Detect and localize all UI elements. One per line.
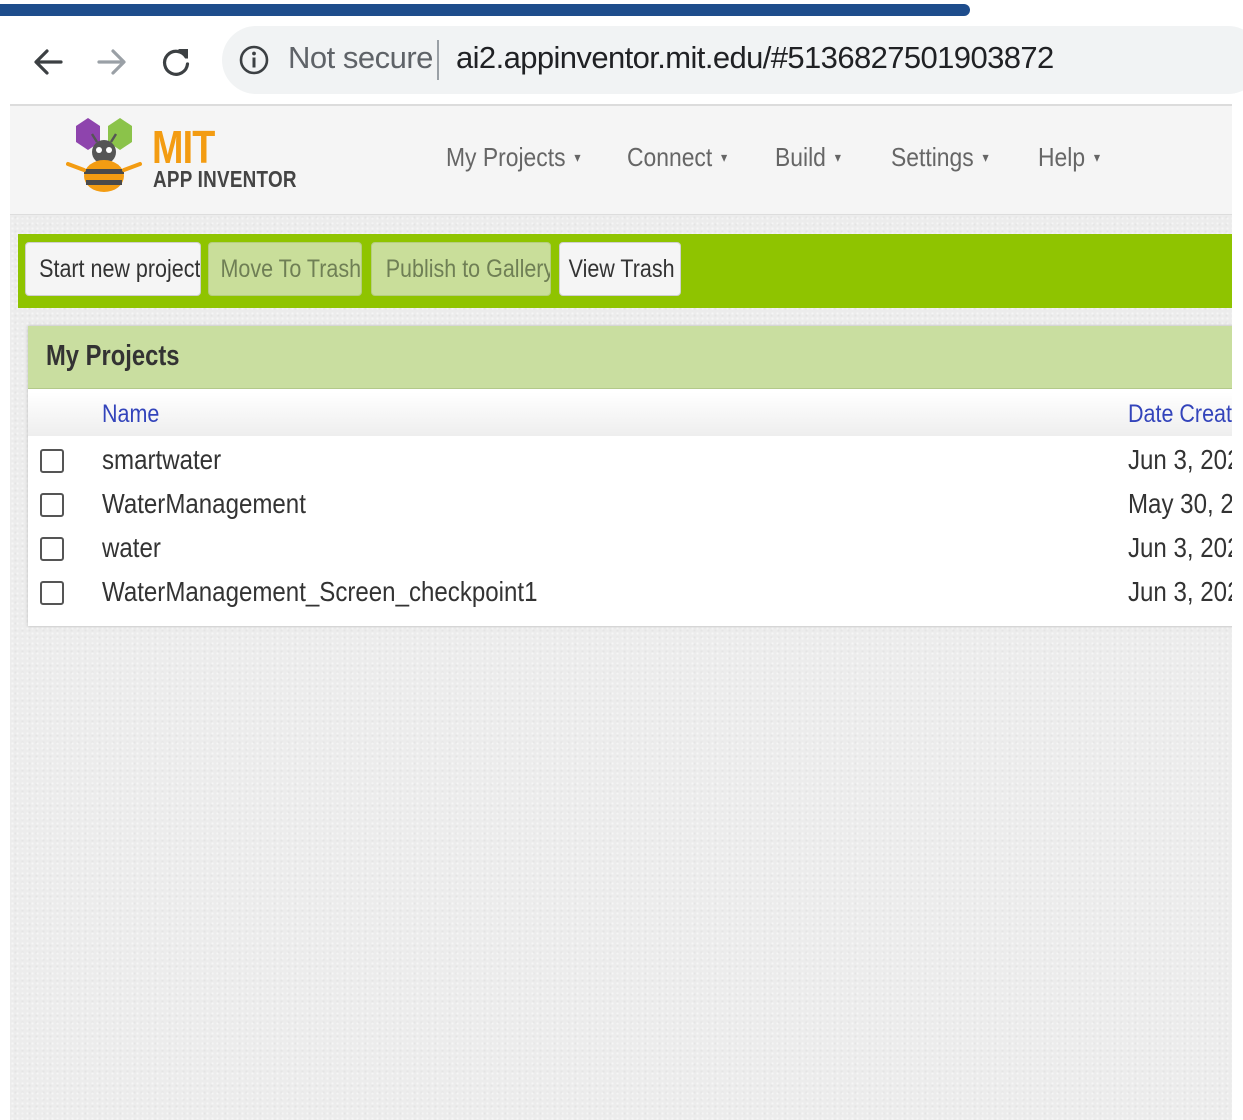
menu-label: Connect [627, 142, 713, 172]
column-header-date-created[interactable]: Date Create [1128, 400, 1232, 429]
forward-arrow-icon[interactable] [88, 38, 136, 86]
table-row[interactable]: water Jun 3, 202 [28, 528, 1232, 572]
menu-label: My Projects [446, 142, 566, 172]
screenshot-root: Not secure ai2.appinventor.mit.edu/#5136… [0, 0, 1243, 1120]
caret-down-icon: ▾ [721, 148, 728, 165]
table-row[interactable]: WaterManagement May 30, 2( [28, 484, 1232, 528]
row-checkbox[interactable] [40, 581, 64, 605]
project-name[interactable]: WaterManagement [102, 488, 306, 520]
page-load-progress-bar [0, 4, 970, 16]
button-label: Move To Trash [220, 255, 362, 283]
caret-down-icon: ▾ [574, 148, 581, 165]
caret-down-icon: ▾ [982, 148, 989, 165]
menu-label: Settings [891, 142, 974, 172]
menu-settings[interactable]: Settings ▾ [891, 142, 989, 173]
button-label: Publish to Gallery [385, 255, 551, 283]
table-row[interactable]: WaterManagement_Screen_checkpoint1 Jun 3… [28, 572, 1232, 616]
menu-label: Build [775, 142, 826, 172]
security-status-label[interactable]: Not secure [288, 40, 433, 76]
move-to-trash-button[interactable]: Move To Trash [208, 242, 362, 296]
menu-my-projects[interactable]: My Projects ▾ [446, 142, 581, 173]
logo-subtitle[interactable]: APP INVENTOR [153, 166, 297, 193]
menu-build[interactable]: Build ▾ [775, 142, 841, 173]
project-name[interactable]: smartwater [102, 444, 221, 476]
menu-label: Help [1038, 142, 1086, 172]
button-label: Start new project [39, 255, 201, 283]
project-date: Jun 3, 202 [1128, 444, 1232, 475]
caret-down-icon: ▾ [834, 148, 841, 165]
projects-panel-header: My Projects [28, 326, 1232, 389]
reload-icon[interactable] [152, 38, 200, 86]
url-text[interactable]: ai2.appinventor.mit.edu/#513682750190387… [456, 40, 1054, 76]
column-header-name[interactable]: Name [102, 400, 159, 429]
row-checkbox[interactable] [40, 449, 64, 473]
view-trash-button[interactable]: View Trash [559, 242, 681, 296]
project-date: May 30, 2( [1128, 488, 1232, 519]
project-name[interactable]: water [102, 532, 161, 564]
back-arrow-icon[interactable] [24, 38, 72, 86]
project-date: Jun 3, 202 [1128, 576, 1232, 607]
project-toolbar: Start new project Move To Trash Publish … [18, 234, 1232, 308]
menu-connect[interactable]: Connect ▾ [627, 142, 727, 173]
project-date: Jun 3, 202 [1128, 532, 1232, 563]
projects-table-header: Name Date Create [28, 392, 1232, 436]
address-bar-divider [437, 40, 439, 80]
app-header: MIT APP INVENTOR My Projects ▾ Connect ▾ B… [10, 106, 1232, 215]
button-label: View Trash [568, 255, 675, 283]
info-icon[interactable] [238, 44, 270, 76]
menu-help[interactable]: Help ▾ [1038, 142, 1100, 173]
start-new-project-button[interactable]: Start new project [25, 242, 201, 296]
publish-to-gallery-button[interactable]: Publish to Gallery [371, 242, 551, 296]
table-row[interactable]: smartwater Jun 3, 202 [28, 440, 1232, 484]
browser-toolbar: Not secure ai2.appinventor.mit.edu/#5136… [0, 18, 1243, 104]
page-load-progress-track [0, 0, 1243, 16]
row-checkbox[interactable] [40, 493, 64, 517]
projects-panel-title: My Projects [46, 340, 180, 372]
app-page: MIT APP INVENTOR My Projects ▾ Connect ▾ B… [10, 104, 1232, 1120]
app-inventor-bee-logo-icon[interactable] [66, 114, 154, 198]
project-name[interactable]: WaterManagement_Screen_checkpoint1 [102, 576, 537, 608]
address-bar[interactable]: Not secure ai2.appinventor.mit.edu/#5136… [222, 26, 1243, 94]
row-checkbox[interactable] [40, 537, 64, 561]
caret-down-icon: ▾ [1093, 148, 1101, 165]
projects-panel: My Projects Name Date Create smartwater … [28, 326, 1232, 626]
